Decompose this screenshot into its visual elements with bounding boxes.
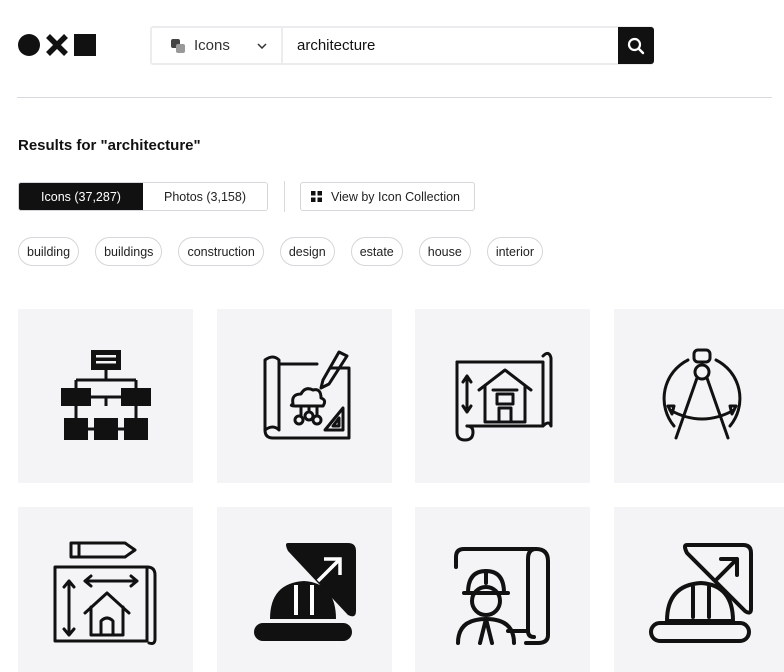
search-button[interactable]: [618, 27, 654, 64]
icon-result-tile[interactable]: [415, 309, 590, 483]
tag-design[interactable]: design: [279, 237, 335, 266]
helmet-ruler-icon: [253, 543, 356, 641]
tab-photos[interactable]: Photos (3,158): [143, 183, 267, 210]
grid-icon: [311, 191, 322, 202]
icon-result-tile[interactable]: [217, 309, 392, 483]
result-type-tabs: Icons (37,287) Photos (3,158): [18, 182, 268, 211]
search-icon: [627, 37, 645, 54]
icon-result-tile[interactable]: [18, 507, 193, 672]
icon-result-tile[interactable]: [217, 507, 392, 672]
toolbar-separator: [284, 181, 285, 212]
icon-result-tile[interactable]: [614, 309, 784, 483]
tab-icons[interactable]: Icons (37,287): [19, 183, 143, 210]
house-blueprint-icon: [455, 351, 552, 442]
header: Icons: [0, 0, 784, 98]
search-bar: Icons: [150, 26, 654, 65]
x-icon: [46, 34, 68, 56]
org-chart-icon: [60, 350, 151, 440]
house-plan-icon: [53, 541, 156, 645]
tag-building[interactable]: building: [18, 237, 80, 266]
header-divider: [17, 97, 772, 98]
view-by-collection-button[interactable]: View by Icon Collection: [300, 182, 475, 211]
results-title: Results for "architecture": [18, 137, 201, 154]
icon-result-tile[interactable]: [18, 309, 193, 483]
icon-result-tile[interactable]: [415, 507, 590, 672]
circle-icon: [18, 34, 40, 56]
search-input[interactable]: [283, 28, 618, 63]
tag-estate[interactable]: estate: [350, 237, 403, 266]
icons-type-icon: [171, 38, 185, 53]
square-icon: [74, 34, 96, 56]
logo[interactable]: [18, 34, 96, 56]
tag-buildings[interactable]: buildings: [95, 237, 163, 266]
chevron-down-icon: [257, 42, 267, 49]
search-type-select[interactable]: Icons: [152, 28, 283, 63]
search-type-label: Icons: [194, 37, 230, 54]
tag-interior[interactable]: interior: [486, 237, 544, 266]
view-by-collection-label: View by Icon Collection: [331, 189, 461, 204]
engineer-blueprint-icon: [453, 547, 550, 645]
icon-result-tile[interactable]: [614, 507, 784, 672]
tag-house[interactable]: house: [418, 237, 471, 266]
related-tags: building buildings construction design e…: [18, 237, 544, 266]
helmet-ruler-outline-icon: [648, 543, 753, 643]
tag-construction[interactable]: construction: [178, 237, 264, 266]
compass-drawing-icon: [662, 348, 741, 440]
blueprint-cloud-icon: [263, 350, 350, 440]
